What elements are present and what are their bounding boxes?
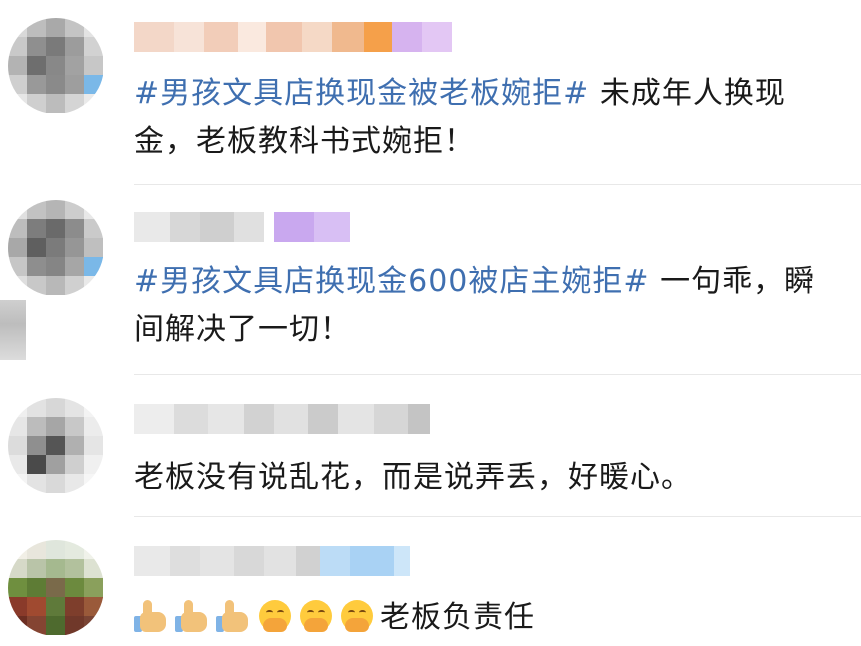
comment-content: 老板负责任 xyxy=(380,600,535,635)
covering-mouth-face-icon xyxy=(298,598,334,634)
topic-link[interactable]: #男孩文具店换现金被老板婉拒# xyxy=(134,76,589,111)
avatar-blur-fragment xyxy=(0,300,26,360)
username-blurred[interactable] xyxy=(134,546,410,576)
comment-text: 老板负责任 xyxy=(134,594,846,642)
username-blurred[interactable] xyxy=(134,404,430,434)
username-blurred[interactable] xyxy=(134,212,350,242)
covering-mouth-face-icon xyxy=(339,598,375,634)
comment-text: 老板没有说乱花，而是说弄丢，好暖心。 xyxy=(134,454,846,502)
comment-text: #男孩文具店换现金600被店主婉拒# 一句乖，瞬间解决了一切！ xyxy=(134,258,846,354)
divider xyxy=(134,374,861,375)
divider xyxy=(134,516,861,517)
comment-content: 老板没有说乱花，而是说弄丢，好暖心。 xyxy=(134,460,692,495)
avatar[interactable] xyxy=(8,200,104,296)
thumbs-up-icon xyxy=(134,598,170,634)
username-blurred[interactable] xyxy=(134,22,452,52)
covering-mouth-face-icon xyxy=(257,598,293,634)
avatar[interactable] xyxy=(8,398,104,494)
comment-text: #男孩文具店换现金被老板婉拒# 未成年人换现金，老板教科书式婉拒！ xyxy=(134,70,846,166)
thumbs-up-icon xyxy=(175,598,211,634)
topic-link[interactable]: #男孩文具店换现金600被店主婉拒# xyxy=(134,264,650,299)
divider xyxy=(134,184,861,185)
avatar[interactable] xyxy=(8,540,104,636)
thumbs-up-icon xyxy=(216,598,252,634)
avatar[interactable] xyxy=(8,18,104,114)
